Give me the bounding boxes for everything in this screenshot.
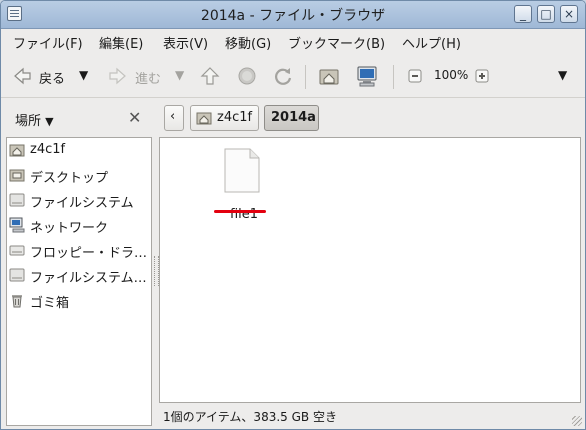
places-label: 場所 <box>15 114 42 129</box>
floppy-icon <box>9 242 25 258</box>
sidebar-item-label: ネットワーク <box>30 221 109 236</box>
window-title: 2014a - ファイル・ブラウザ <box>200 8 386 24</box>
network-icon <box>9 217 25 233</box>
title-bar[interactable]: 2014a - ファイル・ブラウザ _ □ × <box>1 1 585 29</box>
text-file-icon <box>222 148 262 198</box>
drive-icon <box>9 267 25 283</box>
sidebar-item-floppy[interactable]: フロッピー・ドラ… <box>9 240 149 261</box>
toolbar-overflow-chevron-icon[interactable]: ▼ <box>558 68 567 90</box>
sidebar-item-label: フロッピー・ドラ… <box>30 246 148 261</box>
home-folder-icon <box>318 65 340 87</box>
stop-icon <box>236 65 258 87</box>
sidebar-item-network[interactable]: ネットワーク <box>9 215 149 236</box>
status-bar: 1個のアイテム、383.5 GB 空き <box>161 405 581 427</box>
close-sidebar-icon[interactable]: ✕ <box>128 108 141 127</box>
sidebar-item-label: ファイルシステム… <box>30 271 147 286</box>
toolbar-separator <box>393 65 394 89</box>
zoom-in-button[interactable] <box>474 65 490 87</box>
trash-icon <box>9 292 25 308</box>
sidebar-item-label: ゴミ箱 <box>30 296 70 311</box>
back-arrow-icon <box>11 65 33 87</box>
toolbar-separator <box>305 65 306 89</box>
back-history-chevron-icon[interactable]: ▼ <box>79 68 88 82</box>
forward-button[interactable]: 進む ▼ <box>107 65 187 87</box>
file-browser-window: 2014a - ファイル・ブラウザ _ □ × ファイル(F) 編集(E) 表示… <box>0 0 586 430</box>
stop-button[interactable] <box>236 65 258 87</box>
sidebar-item-label: デスクトップ <box>30 171 109 186</box>
resize-grip[interactable] <box>572 416 582 426</box>
up-arrow-icon <box>199 65 221 87</box>
reload-button[interactable] <box>272 65 294 87</box>
menu-go[interactable]: 移動(G) <box>225 33 271 52</box>
path-bar: ‹ z4c1f 2014a <box>161 103 581 135</box>
sidebar-item-label: ファイルシステム <box>30 196 134 211</box>
zoom-level[interactable]: 100% <box>434 68 468 90</box>
chevron-left-icon: ‹ <box>170 109 176 124</box>
close-button[interactable]: × <box>560 5 578 23</box>
places-dropdown[interactable]: 場所 ▼ <box>15 110 54 129</box>
toolbar: 戻る ▼ 進む ▼ 100% ▼ <box>1 55 585 98</box>
zoom-out-button[interactable] <box>407 65 423 87</box>
menu-file[interactable]: ファイル(F) <box>13 33 83 52</box>
sidebar-header: 場所 ▼ ✕ <box>1 105 155 131</box>
minimize-button[interactable]: _ <box>514 5 532 23</box>
computer-button[interactable] <box>355 65 379 87</box>
sidebar-item-filesystem-2[interactable]: ファイルシステム… <box>9 265 149 286</box>
sidebar-item-filesystem[interactable]: ファイルシステム <box>9 190 149 211</box>
reload-icon <box>272 65 294 87</box>
forward-arrow-icon <box>107 65 129 87</box>
menu-help[interactable]: ヘルプ(H) <box>402 33 461 52</box>
menu-bookmarks[interactable]: ブックマーク(B) <box>288 33 385 52</box>
crumb-home[interactable]: z4c1f <box>190 105 259 131</box>
status-text: 1個のアイテム、383.5 GB 空き <box>163 410 337 424</box>
places-sidebar: z4c1f デスクトップ ファイルシステム ネットワーク フロッピー・ドラ… フ… <box>6 137 152 426</box>
sidebar-item-home[interactable]: z4c1f <box>9 140 149 160</box>
maximize-button[interactable]: □ <box>537 5 555 23</box>
back-button[interactable]: 戻る ▼ <box>11 65 95 87</box>
up-button[interactable] <box>199 65 221 87</box>
zoom-out-icon <box>407 65 423 87</box>
forward-history-chevron-icon[interactable]: ▼ <box>175 68 184 82</box>
menu-edit[interactable]: 編集(E) <box>99 33 143 52</box>
chevron-down-icon: ▼ <box>45 115 54 128</box>
highlight-underline <box>214 210 266 213</box>
zoom-in-icon <box>474 65 490 87</box>
crumb-label: 2014a <box>271 110 316 125</box>
menu-view[interactable]: 表示(V) <box>163 33 208 52</box>
home-folder-icon <box>9 142 25 158</box>
sidebar-item-label: z4c1f <box>30 142 66 157</box>
drive-icon <box>9 192 25 208</box>
path-scroll-left-button[interactable]: ‹ <box>164 105 184 131</box>
desktop-folder-icon <box>9 167 25 183</box>
file-view[interactable]: file1 <box>159 137 581 403</box>
crumb-current[interactable]: 2014a <box>264 105 319 131</box>
forward-label: 進む <box>135 72 162 87</box>
home-folder-icon <box>196 110 212 130</box>
menu-bar: ファイル(F) 編集(E) 表示(V) 移動(G) ブックマーク(B) ヘルプ(… <box>1 29 585 53</box>
crumb-label: z4c1f <box>217 110 253 125</box>
back-label: 戻る <box>39 72 66 87</box>
computer-icon <box>355 65 379 87</box>
file-item[interactable]: file1 <box>208 148 280 228</box>
sidebar-item-trash[interactable]: ゴミ箱 <box>9 290 149 311</box>
home-button[interactable] <box>318 65 340 87</box>
sidebar-item-desktop[interactable]: デスクトップ <box>9 165 149 186</box>
